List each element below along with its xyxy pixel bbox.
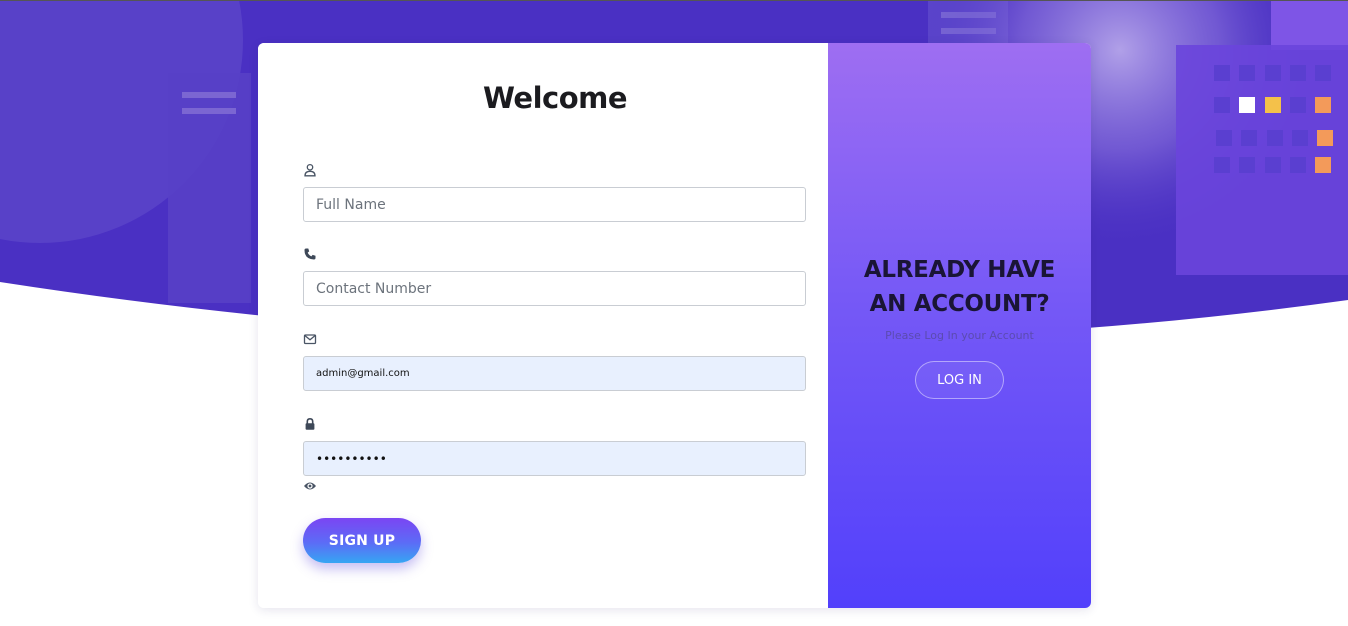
contact-number-input[interactable] — [303, 271, 806, 306]
signup-form: Welcome SIGN UP — [258, 43, 828, 608]
top-border — [0, 0, 1348, 1]
login-promo-heading: ALREADY HAVE AN ACCOUNT? — [828, 253, 1091, 321]
login-promo-panel: ALREADY HAVE AN ACCOUNT? Please Log In y… — [828, 43, 1091, 608]
full-name-input[interactable] — [303, 187, 806, 222]
signup-card: Welcome SIGN UP ALREADY HAVE AN ACCOUNT? — [258, 43, 1091, 608]
user-icon — [303, 163, 317, 177]
login-promo-subtext: Please Log In your Account — [885, 329, 1034, 342]
eye-icon[interactable] — [303, 480, 317, 492]
page-title: Welcome — [482, 81, 628, 115]
email-input[interactable] — [303, 356, 806, 391]
lock-icon — [303, 417, 317, 431]
password-input[interactable] — [303, 441, 806, 476]
login-promo-heading-line2: AN ACCOUNT? — [869, 291, 1050, 317]
sign-up-button[interactable]: SIGN UP — [303, 518, 421, 563]
envelope-icon — [303, 332, 317, 346]
log-in-button[interactable]: LOG IN — [915, 361, 1004, 399]
phone-icon — [303, 247, 317, 261]
login-promo-heading-line1: ALREADY HAVE — [863, 257, 1056, 283]
